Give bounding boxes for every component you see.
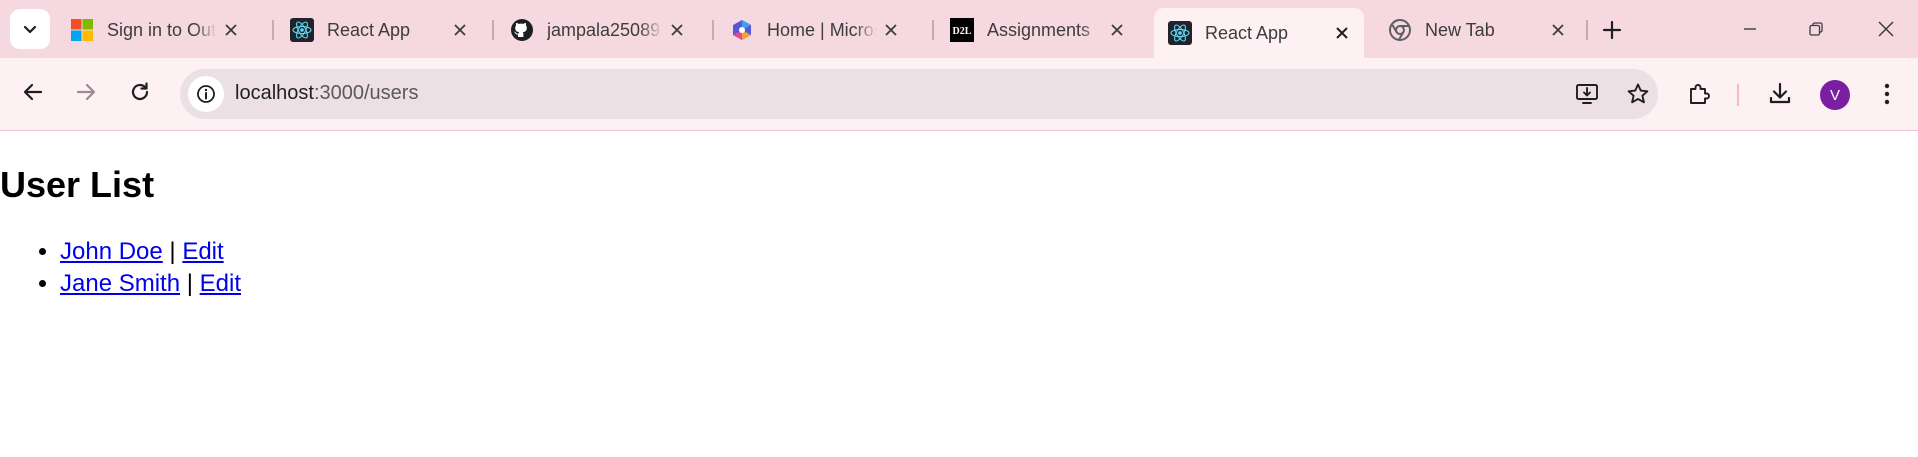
edit-link[interactable]: Edit [200,270,241,297]
info-icon [197,85,215,103]
d2l-icon: D2L [950,18,974,42]
tab-react-app-active[interactable]: React App [1154,8,1364,58]
m365-icon [730,18,754,42]
close-tab-icon[interactable] [877,16,905,44]
tab-title: New Tab [1425,19,1495,40]
tab-title: React App [1205,22,1289,43]
profile-avatar[interactable]: V [1820,80,1850,110]
svg-text:D2L: D2L [953,26,972,37]
close-tab-icon[interactable] [217,16,245,44]
tab-title: Home | Microsoft 365 [767,19,877,40]
user-link-jane-smith[interactable]: Jane Smith [60,270,180,297]
star-icon [1627,83,1649,104]
chrome-icon [1388,18,1412,42]
tab-separator [932,20,934,40]
forward-button[interactable] [68,74,104,110]
url-path: :3000/users [313,82,419,104]
close-icon [1878,21,1894,37]
install-app-icon [1576,84,1598,104]
close-window-button[interactable] [1868,14,1904,44]
url-text[interactable]: localhost:3000/users [235,82,418,105]
plus-icon [1602,20,1622,40]
restore-icon [1809,22,1823,36]
tab-search-button[interactable] [10,9,50,49]
minimize-button[interactable] [1732,14,1768,44]
more-vertical-icon [1884,83,1890,105]
minimize-icon [1744,28,1756,30]
extensions-button[interactable] [1681,76,1717,112]
arrow-left-icon [23,83,43,101]
tab-title: React App [327,19,411,40]
list-item: John Doe | Edit [60,236,241,268]
link-separator: | [186,270,193,297]
install-app-button[interactable] [1572,78,1604,110]
tab-github[interactable]: jampala25089 [496,10,702,50]
reload-icon [131,82,149,101]
close-tab-icon[interactable] [1328,19,1356,47]
close-tab-icon[interactable] [446,16,474,44]
tab-strip: Sign in to Outlook React App jampala2508… [0,0,1918,58]
microsoft-icon [70,18,94,42]
edit-link[interactable]: Edit [182,238,223,265]
tab-title: Assignments [987,19,1091,40]
list-item: Jane Smith | Edit [60,268,241,300]
page-title: User List [0,164,155,205]
close-tab-icon[interactable] [1103,16,1131,44]
back-button[interactable] [15,74,51,110]
github-icon [510,18,534,42]
tab-separator [712,20,714,40]
tab-outlook[interactable]: Sign in to Outlook [56,10,262,50]
url-host: localhost [235,82,314,104]
close-tab-icon[interactable] [1544,16,1572,44]
tab-react-app-1[interactable]: React App [276,10,482,50]
tab-assignments[interactable]: D2L Assignments [936,10,1142,50]
toolbar-separator [1737,84,1739,106]
arrow-right-icon [76,83,96,101]
address-bar[interactable]: localhost:3000/users [180,69,1658,119]
restore-button[interactable] [1798,14,1834,44]
downloads-button[interactable] [1762,76,1798,112]
chevron-down-icon [23,25,37,34]
tab-title: jampala25089 [547,19,661,40]
react-icon [290,18,314,42]
link-separator: | [169,238,176,265]
tab-title: Sign in to Outlook [107,19,217,40]
react-icon [1168,21,1192,45]
puzzle-icon [1690,84,1710,104]
user-link-john-doe[interactable]: John Doe [60,238,163,265]
page-content: User List John Doe | Edit Jane Smith | E… [0,131,1918,457]
menu-button[interactable] [1869,76,1905,112]
browser-toolbar: localhost:3000/users V [0,58,1918,131]
tab-separator [272,20,274,40]
site-info-button[interactable] [188,76,224,112]
reload-button[interactable] [122,74,158,110]
tab-new-tab[interactable]: New Tab [1374,10,1580,50]
bookmark-star-button[interactable] [1622,78,1654,110]
tab-microsoft-365[interactable]: Home | Microsoft 365 [716,10,922,50]
user-list: John Doe | Edit Jane Smith | Edit [0,236,241,300]
tab-separator [492,20,494,40]
new-tab-button[interactable] [1596,14,1628,46]
tab-separator [1586,20,1588,40]
close-tab-icon[interactable] [663,16,691,44]
download-icon [1769,82,1791,104]
